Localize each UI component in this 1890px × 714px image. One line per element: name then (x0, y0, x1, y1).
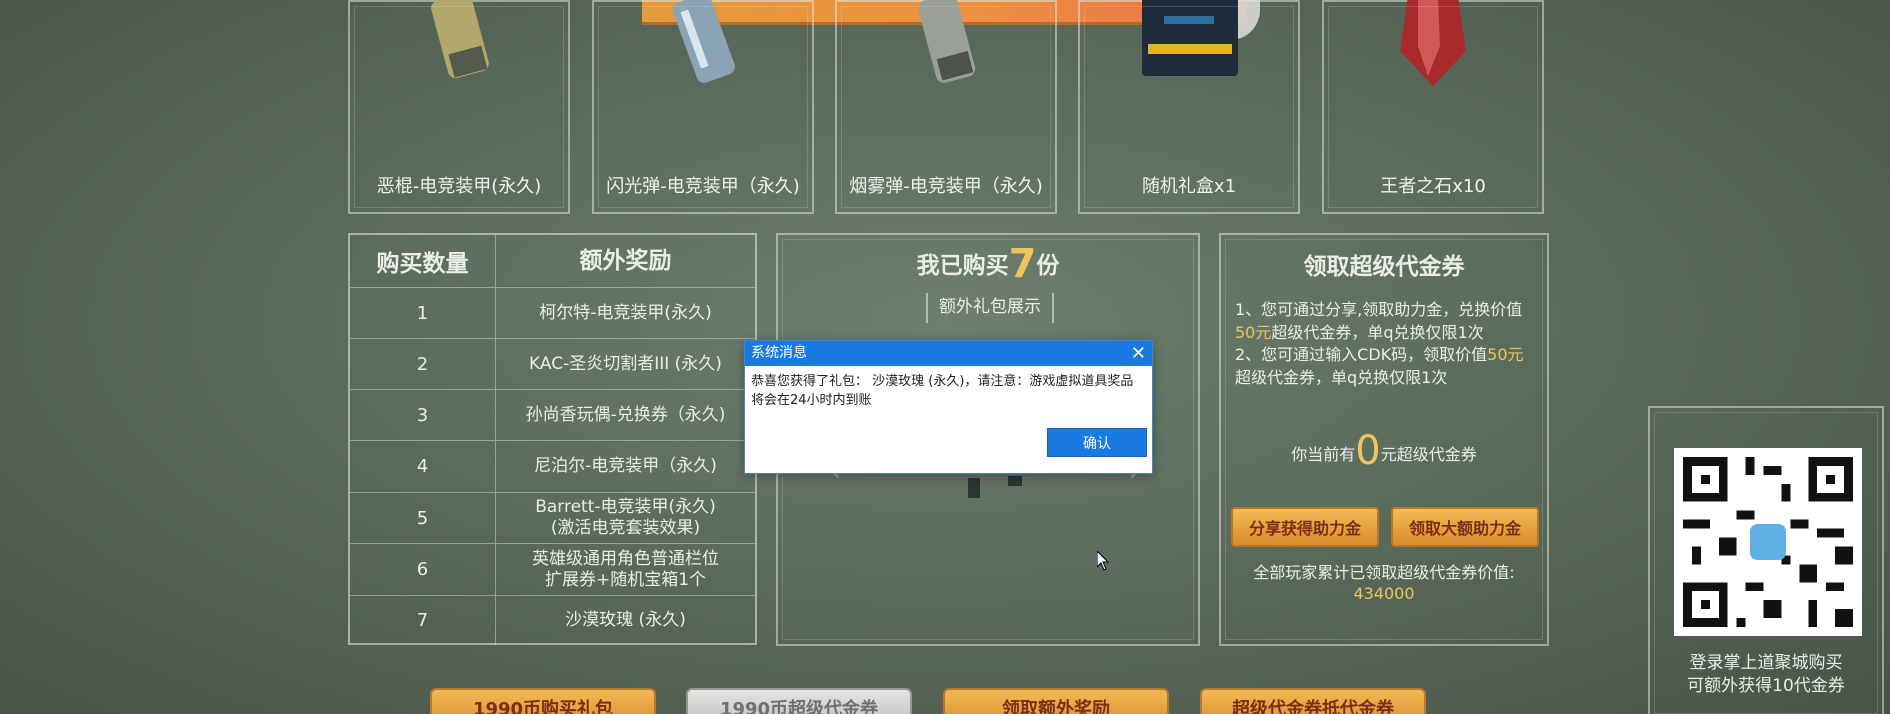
row-qty: 7 (350, 596, 496, 645)
row-qty: 2 (350, 339, 496, 389)
dialog-header: 系统消息 ✕ (745, 341, 1152, 366)
balance-suffix: 元超级代金券 (1380, 445, 1477, 464)
purchase-title-suffix: 份 (1036, 253, 1060, 279)
rule2-text-b: 超级代金券，单q兑换仅限1次 (1235, 367, 1448, 387)
close-icon[interactable]: ✕ (1131, 341, 1146, 366)
dialog-message: 恭喜您获得了礼包： 沙漠玫瑰 (永久)，请注意：游戏虚拟道具奖品将会在24小时内… (751, 374, 1134, 408)
table-row: 6 英雄级通用角色普通栏位 扩展券+随机宝箱1个 (350, 543, 755, 595)
row-reward-line2: (激活电竞套装效果) (550, 518, 701, 538)
coupon-title: 领取超级代金券 (1303, 254, 1465, 280)
claim-extra-reward-button[interactable]: 领取额外奖励 (943, 688, 1169, 714)
qr-caption-line2: 可额外获得10代金券 (1687, 676, 1845, 696)
row-reward: Barrett-电竞装甲(永久) (激活电竞套装效果) (496, 493, 755, 543)
row-qty: 5 (350, 493, 496, 543)
table-row: 7 沙漠玫瑰 (永久) (350, 595, 755, 645)
rule1-text-b: 超级代金券，单q兑换仅限1次 (1271, 322, 1484, 342)
header-reward: 额外奖励 (579, 247, 672, 274)
table-row: 2 KAC-圣炎切割者III (永久) (350, 338, 755, 389)
item-card[interactable]: 闪光弹-电竞装甲（永久) (592, 0, 814, 214)
row-reward: KAC-圣炎切割者III (永久) (529, 353, 722, 374)
total-value: 434000 (1353, 584, 1415, 603)
row-reward-line1: 英雄级通用角色普通栏位 (532, 548, 719, 569)
mouse-cursor-icon (1097, 551, 1110, 571)
item-label: 恶棍-电竞装甲(永久) (376, 176, 542, 197)
row-reward: 尼泊尔-电竞装甲（永久) (534, 456, 717, 476)
table-row: 3 孙尚香玩偶-兑换券（永久) (350, 389, 755, 440)
row-reward-line1: Barrett-电竞装甲(永久) (535, 497, 716, 517)
item-label: 闪光弹-电竞装甲（永久) (606, 176, 800, 197)
row-qty: 4 (350, 441, 496, 492)
coupon-panel: 领取超级代金券 1、您可通过分享,领取助力金，兑换价值 50元超级代金券，单q兑… (1219, 233, 1549, 646)
row-reward-line2: 扩展券+随机宝箱1个 (544, 569, 707, 590)
coupon-total: 全部玩家累计已领取超级代金券价值: 434000 (1221, 562, 1547, 604)
balance-value: 0 (1355, 428, 1381, 474)
purchase-title-prefix: 我已购买 (916, 253, 1009, 279)
row-qty: 6 (350, 544, 496, 595)
coupon-balance: 你当前有0元超级代金券 (1221, 428, 1547, 474)
rule1-amount: 50元 (1235, 322, 1272, 342)
table-row: 4 尼泊尔-电竞装甲（永久) (350, 440, 755, 492)
rule1-text: 1、您可通过分享,领取助力金，兑换价值 (1235, 300, 1523, 319)
item-card[interactable]: 烟雾弹-电竞装甲（永久) (835, 0, 1057, 214)
confirm-button[interactable]: 确认 (1047, 428, 1147, 457)
row-reward: 孙尚香玩偶-兑换券（永久) (525, 404, 726, 425)
item-label: 王者之石x10 (1380, 176, 1486, 197)
row-qty: 3 (350, 390, 496, 440)
total-label: 全部玩家累计已领取超级代金券价值: (1253, 563, 1515, 582)
item-label: 烟雾弹-电竞装甲（永久) (849, 176, 1043, 197)
header-quantity: 购买数量 (350, 235, 496, 287)
row-reward: 柯尔特-电竞装甲(永久) (539, 302, 712, 323)
coupon-rules: 1、您可通过分享,领取助力金，兑换价值 50元超级代金券，单q兑换仅限1次 2、… (1235, 299, 1537, 389)
purchase-count: 7 (1008, 241, 1037, 287)
row-qty: 1 (350, 288, 496, 338)
rule2-text: 2、您可通过输入CDK码，领取价值 (1235, 345, 1488, 364)
qr-code-icon (1674, 448, 1862, 636)
gun-icon (968, 476, 1022, 498)
share-button[interactable]: 分享获得助力金 (1231, 507, 1379, 547)
row-reward: 英雄级通用角色普通栏位 扩展券+随机宝箱1个 (496, 544, 755, 595)
super-coupon-button[interactable]: 1990币超级代金券 (686, 688, 912, 714)
item-label: 随机礼盒x1 (1141, 176, 1237, 197)
qr-panel: 登录掌上道聚城购买 可额外获得10代金券 (1648, 406, 1884, 714)
system-message-dialog: 系统消息 ✕ 恭喜您获得了礼包： 沙漠玫瑰 (永久)，请注意：游戏虚拟道具奖品将… (744, 340, 1153, 474)
row-reward: 沙漠玫瑰 (永久) (565, 610, 686, 630)
dialog-title: 系统消息 (751, 345, 807, 361)
balance-prefix: 你当前有 (1291, 445, 1356, 464)
table-row: 5 Barrett-电竞装甲(永久) (激活电竞套装效果) (350, 492, 755, 543)
gift-show-label: 额外礼包展示 (926, 293, 1054, 323)
coupon-exchange-button[interactable]: 超级代金券抵代金券 (1200, 688, 1426, 714)
item-card[interactable]: 王者之石x10 (1322, 0, 1544, 214)
smoke-grenade-icon (918, 0, 976, 83)
qr-caption-line1: 登录掌上道聚城购买 (1689, 653, 1843, 673)
reward-table: 购买数量 额外奖励 1 柯尔特-电竞装甲(永久) 2 KAC-圣炎切割者III … (348, 233, 757, 645)
item-card[interactable]: 随机礼盒x1 (1078, 0, 1300, 214)
gift-box-icon (1142, 0, 1238, 76)
grenade-icon (431, 0, 489, 79)
buy-gift-button[interactable]: 1990币购买礼包 (430, 688, 656, 714)
flashbang-icon (672, 0, 735, 83)
purchase-title: 我已购买7份 (778, 241, 1198, 287)
item-card[interactable]: 恶棍-电竞装甲(永久) (348, 0, 570, 214)
table-header: 购买数量 额外奖励 (350, 235, 755, 287)
claim-large-button[interactable]: 领取大额助力金 (1391, 507, 1539, 547)
qr-caption: 登录掌上道聚城购买 可额外获得10代金券 (1650, 652, 1882, 698)
table-row: 1 柯尔特-电竞装甲(永久) (350, 287, 755, 338)
rule2-amount: 50元 (1487, 345, 1524, 364)
red-crystal-icon (1400, 0, 1466, 86)
